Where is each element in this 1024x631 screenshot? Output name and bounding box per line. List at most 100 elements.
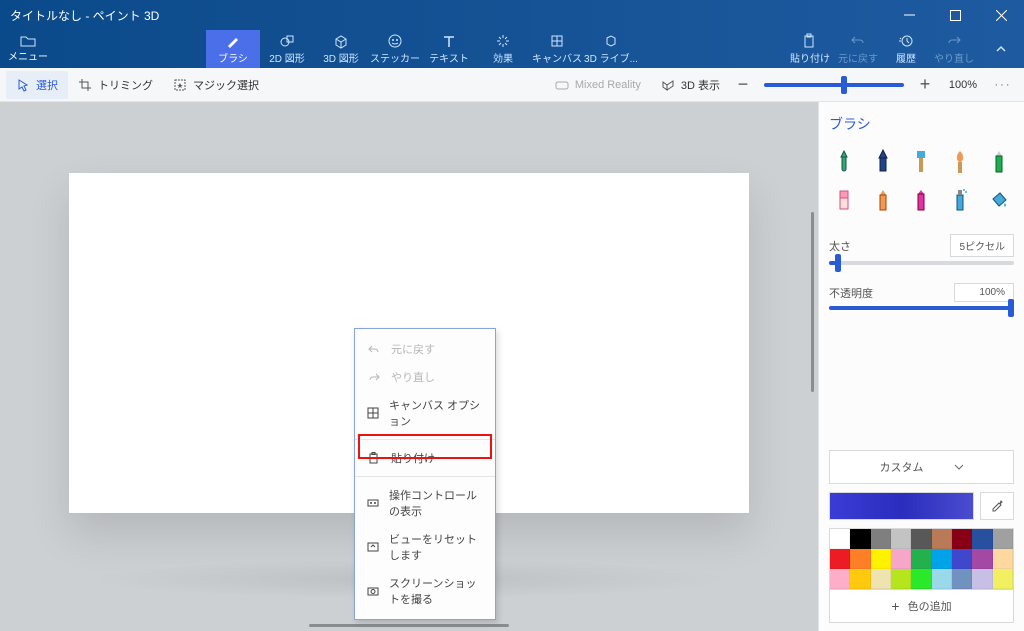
redo-action: やり直し — [930, 30, 978, 68]
menu-button[interactable]: メニュー — [0, 30, 56, 68]
minimize-button[interactable] — [886, 0, 932, 30]
view-3d-button[interactable]: 3D 表示 — [651, 71, 730, 99]
ctx-show-controls[interactable]: 操作コントロールの表示 — [355, 481, 495, 525]
ctx-screenshot[interactable]: スクリーンショットを撮る — [355, 569, 495, 613]
material-dropdown[interactable]: カスタム — [829, 450, 1014, 484]
zoom-slider-thumb[interactable] — [841, 76, 847, 94]
swatch[interactable] — [911, 549, 931, 569]
swatch[interactable] — [850, 529, 870, 549]
tab-stickers[interactable]: ステッカー — [368, 30, 422, 68]
zoom-percent[interactable]: 100% — [938, 79, 988, 91]
canvas-area[interactable]: 元に戻す やり直し キャンバス オプション 貼り付け 操作コントロールの表示 — [0, 102, 818, 631]
ctx-redo: やり直し — [355, 363, 495, 391]
zoom-in-button[interactable]: + — [912, 72, 938, 98]
brush-fill[interactable] — [983, 186, 1014, 214]
paste-action[interactable]: 貼り付け — [786, 30, 834, 68]
select-tool[interactable]: 選択 — [6, 71, 68, 99]
swatch[interactable] — [911, 529, 931, 549]
mixed-reality-button: Mixed Reality — [545, 72, 651, 98]
sticker-icon — [387, 33, 403, 49]
brush-pastel[interactable] — [906, 186, 937, 214]
opacity-value[interactable]: 100% — [954, 283, 1014, 302]
brush-calligraphy[interactable] — [868, 148, 899, 176]
swatch[interactable] — [932, 529, 952, 549]
magic-select-tool[interactable]: マジック選択 — [163, 71, 269, 99]
swatch[interactable] — [932, 569, 952, 589]
swatch[interactable] — [850, 549, 870, 569]
brush-watercolor[interactable] — [945, 148, 976, 176]
magic-select-icon — [173, 78, 187, 92]
swatch[interactable] — [871, 549, 891, 569]
brush-marker[interactable] — [829, 148, 860, 176]
swatch[interactable] — [850, 569, 870, 589]
panel-title: ブラシ — [829, 114, 1014, 134]
menu-label: メニュー — [8, 48, 48, 63]
swatch[interactable] — [911, 569, 931, 589]
brush-grid — [829, 148, 1014, 214]
zoom-slider[interactable] — [764, 83, 904, 87]
swatch[interactable] — [830, 549, 850, 569]
paste-icon — [367, 451, 381, 465]
thickness-slider[interactable] — [829, 261, 1014, 265]
chevron-up-icon — [994, 42, 1008, 56]
collapse-ribbon[interactable] — [978, 30, 1024, 68]
swatch[interactable] — [891, 529, 911, 549]
brush-eraser[interactable] — [829, 186, 860, 214]
tab-3d-library[interactable]: 3D ライブ... — [584, 30, 638, 68]
add-color-button[interactable]: + 色の追加 — [829, 590, 1014, 623]
tab-3d-shapes[interactable]: 3D 図形 — [314, 30, 368, 68]
library-icon — [603, 33, 619, 49]
maximize-button[interactable] — [932, 0, 978, 30]
thickness-value[interactable]: 5ピクセル — [950, 234, 1014, 257]
tab-2d-shapes[interactable]: 2D 図形 — [260, 30, 314, 68]
eyedropper-button[interactable] — [980, 492, 1014, 520]
crop-tool[interactable]: トリミング — [68, 71, 163, 99]
swatch[interactable] — [871, 569, 891, 589]
swatch[interactable] — [952, 569, 972, 589]
swatch[interactable] — [972, 549, 992, 569]
tab-effects[interactable]: 効果 — [476, 30, 530, 68]
swatch[interactable] — [972, 529, 992, 549]
vertical-scrollbar[interactable] — [811, 212, 814, 392]
swatch[interactable] — [932, 549, 952, 569]
eyedropper-icon — [990, 499, 1004, 513]
swatch[interactable] — [830, 529, 850, 549]
swatch[interactable] — [830, 569, 850, 589]
swatch[interactable] — [993, 569, 1013, 589]
more-button[interactable]: ··· — [988, 79, 1018, 91]
brush-oil[interactable] — [906, 148, 937, 176]
close-button[interactable] — [978, 0, 1024, 30]
brush-spray[interactable] — [945, 186, 976, 214]
secondary-toolbar: 選択 トリミング マジック選択 Mixed Reality 3D 表示 − + … — [0, 68, 1024, 102]
swatch[interactable] — [993, 549, 1013, 569]
history-icon — [898, 33, 914, 49]
history-action[interactable]: 履歴 — [882, 30, 930, 68]
swatch[interactable] — [952, 529, 972, 549]
title-bar: タイトルなし - ペイント 3D — [0, 0, 1024, 30]
swatch[interactable] — [871, 529, 891, 549]
ctx-paste[interactable]: 貼り付け — [355, 444, 495, 472]
ctx-reset-view[interactable]: ビューをリセットします — [355, 525, 495, 569]
swatch[interactable] — [891, 549, 911, 569]
swatch[interactable] — [972, 569, 992, 589]
swatch[interactable] — [952, 549, 972, 569]
undo-action: 元に戻す — [834, 30, 882, 68]
tab-brushes[interactable]: ブラシ — [206, 30, 260, 68]
swatch[interactable] — [993, 529, 1013, 549]
current-color[interactable] — [829, 492, 974, 520]
opacity-thumb[interactable] — [1008, 299, 1014, 317]
thickness-thumb[interactable] — [835, 254, 841, 272]
swatch[interactable] — [891, 569, 911, 589]
horizontal-scrollbar[interactable] — [309, 624, 509, 627]
opacity-slider[interactable] — [829, 306, 1014, 310]
controls-icon — [367, 496, 379, 510]
zoom-out-button[interactable]: − — [730, 72, 756, 98]
tab-text[interactable]: テキスト — [422, 30, 476, 68]
canvas-options-icon — [367, 406, 379, 420]
brush-crayon[interactable] — [868, 186, 899, 214]
ctx-undo: 元に戻す — [355, 335, 495, 363]
paste-icon — [802, 33, 818, 49]
tab-canvas[interactable]: キャンバス — [530, 30, 584, 68]
brush-pencil[interactable] — [983, 148, 1014, 176]
ctx-canvas-options[interactable]: キャンバス オプション — [355, 391, 495, 435]
